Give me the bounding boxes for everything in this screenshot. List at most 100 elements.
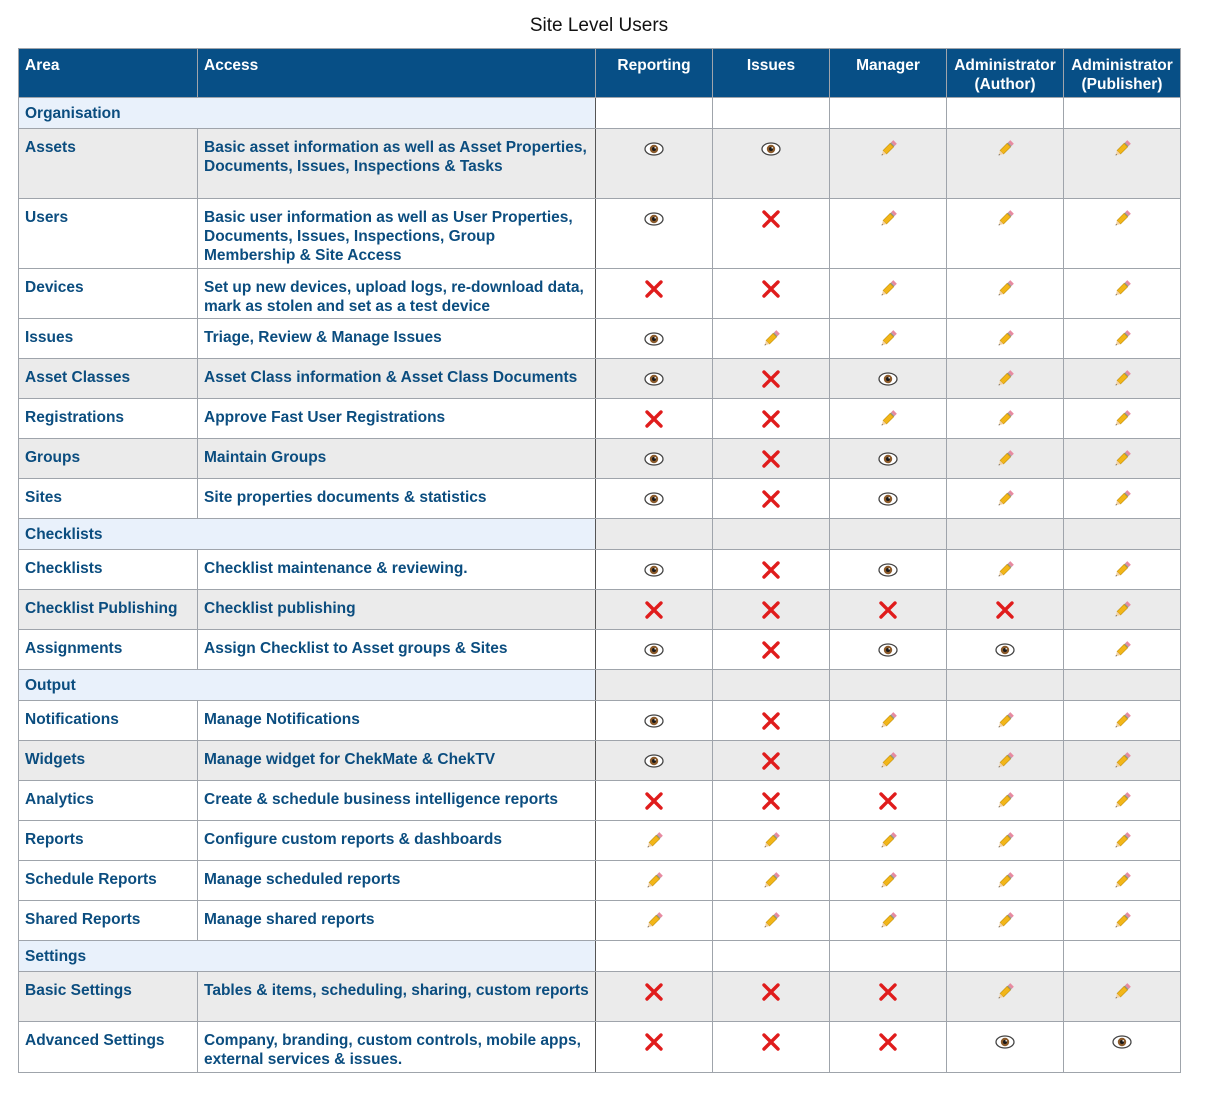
permission-cell [595,198,713,269]
permission-cell [595,820,713,861]
table-row: Users Basic user information as well as U… [18,198,1181,269]
access-cell: Tables & items, scheduling, sharing, cus… [197,971,596,1022]
column-header-reporting: Reporting [595,48,713,98]
pencil-icon [876,410,900,435]
table-row: Issues Triage, Review & Manage Issues [18,318,1181,359]
access-cell: Asset Class information & Asset Class Do… [197,358,596,399]
column-header-issues: Issues [712,48,830,98]
eye-icon [642,332,666,355]
permission-cell [829,358,947,399]
cross-icon [876,792,900,817]
cross-icon [759,792,783,817]
pencil-icon [1110,712,1134,737]
permission-cell [1063,438,1181,479]
section-row: Checklists [18,518,1181,550]
cross-icon [759,450,783,475]
permission-cell [712,629,830,670]
header-line: Manager [856,57,920,74]
section-cell [1063,97,1181,129]
table-row: Checklists Checklist maintenance & review… [18,549,1181,590]
pencil-icon [1110,140,1134,165]
pencil-icon [993,370,1017,395]
eye-icon [993,643,1017,666]
permission-cell [595,900,713,941]
pencil-icon [1110,912,1134,937]
table-row: Registrations Approve Fast User Registrat… [18,398,1181,439]
permission-cell [595,128,713,199]
permission-cell [595,438,713,479]
area-cell: Analytics [18,780,198,821]
permission-cell [595,700,713,741]
page-title: Site Level Users [529,15,669,36]
cross-icon [642,1033,666,1058]
permission-cell [946,268,1064,319]
pencil-icon [1110,792,1134,817]
column-header-admin-author: Administrator (Author) [946,48,1064,98]
table-row: Widgets Manage widget for ChekMate & Chek… [18,740,1181,781]
header-row: Area Access Reporting Issues Manager Adm… [18,48,1181,98]
cross-icon [876,1033,900,1058]
access-cell: Set up new devices, upload logs, re-down… [197,268,596,319]
permission-cell [829,478,947,519]
eye-icon [876,643,900,666]
eye-icon [642,563,666,586]
permission-cell [595,358,713,399]
permission-cell [712,549,830,590]
pencil-icon [876,210,900,235]
section-cell [946,518,1064,550]
pencil-icon [1110,641,1134,666]
permission-cell [595,1021,713,1073]
permission-cell [1063,318,1181,359]
pencil-icon [993,792,1017,817]
permission-cell [595,971,713,1022]
permission-cell [946,900,1064,941]
cross-icon [876,983,900,1008]
access-cell: Checklist maintenance & reviewing. [197,549,596,590]
access-cell: Manage Notifications [197,700,596,741]
permission-cell [829,438,947,479]
access-cell: Company, branding, custom controls, mobi… [197,1021,596,1073]
eye-icon [642,212,666,235]
permission-cell [829,549,947,590]
access-cell: Manage scheduled reports [197,860,596,901]
permission-cell [712,358,830,399]
pencil-icon [1110,490,1134,515]
section-cell [946,940,1064,972]
pencil-icon [993,450,1017,475]
eye-icon [876,563,900,586]
permission-cell [946,398,1064,439]
permission-cell [712,398,830,439]
pencil-icon [1110,752,1134,777]
pencil-icon [759,330,783,355]
permissions-table: Area Access Reporting Issues Manager Adm… [18,48,1181,1073]
pencil-icon [1110,370,1134,395]
pencil-icon [1110,872,1134,897]
column-header-manager: Manager [829,48,947,98]
permission-cell [1063,971,1181,1022]
permission-cell [946,589,1064,630]
section-cell [712,669,830,701]
table-row: Analytics Create & schedule business inte… [18,780,1181,821]
section-cell [829,518,947,550]
cross-icon [759,561,783,586]
pencil-icon [876,280,900,305]
cross-icon [759,410,783,435]
pencil-icon [993,210,1017,235]
area-cell: Users [18,198,198,269]
pencil-icon [993,140,1017,165]
permission-cell [712,971,830,1022]
permission-cell [829,971,947,1022]
permission-cell [946,358,1064,399]
access-cell: Maintain Groups [197,438,596,479]
pencil-icon [759,832,783,857]
header-line: (Author) [974,76,1036,93]
access-cell: Approve Fast User Registrations [197,398,596,439]
section-cell [829,940,947,972]
area-cell: Registrations [18,398,198,439]
cross-icon [993,601,1017,626]
cross-icon [759,601,783,626]
section-cell [829,97,947,129]
pencil-icon [993,752,1017,777]
pencil-icon [1110,561,1134,586]
permission-cell [595,629,713,670]
